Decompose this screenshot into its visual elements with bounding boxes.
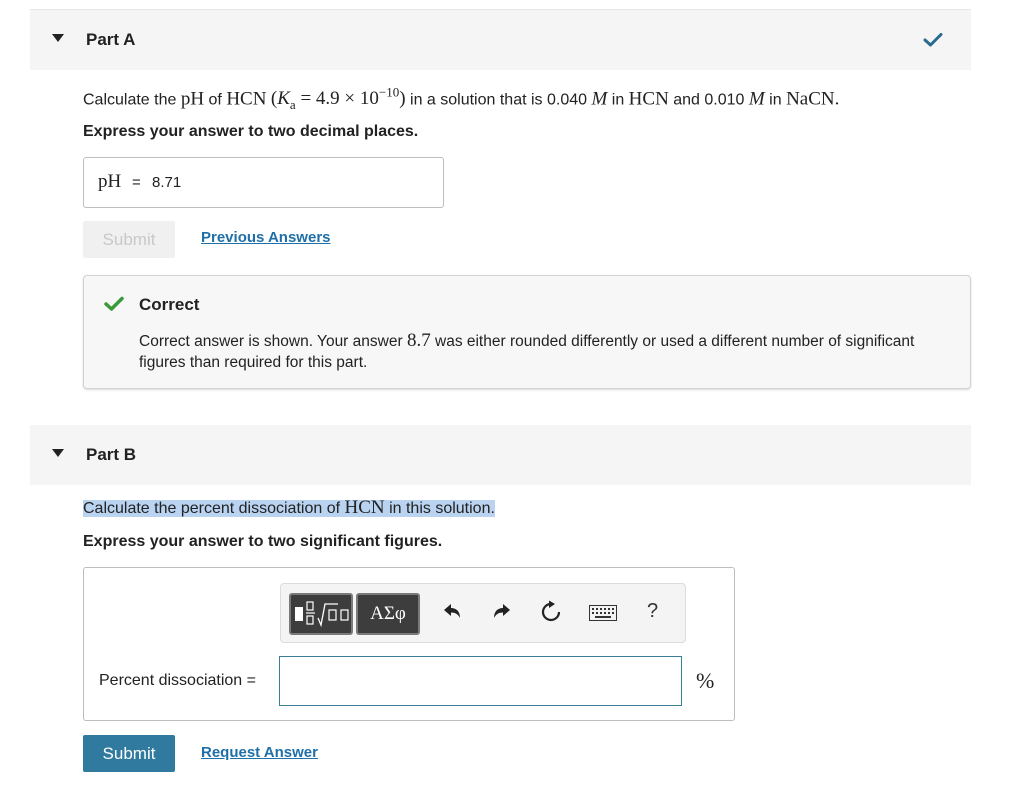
keyboard-icon[interactable]	[589, 605, 617, 621]
percent-dissociation-input[interactable]	[279, 656, 682, 706]
templates-button[interactable]	[289, 593, 353, 635]
part-b-header[interactable]: Part B	[30, 425, 971, 485]
reset-icon[interactable]	[539, 600, 563, 624]
part-b-prompt: Calculate the percent dissociation of HC…	[83, 497, 495, 518]
part-a-header[interactable]: Part A	[30, 10, 971, 70]
collapse-caret-icon[interactable]	[52, 34, 64, 42]
equals-sign: =	[132, 174, 141, 191]
math-toolbar: ΑΣφ ?	[280, 583, 686, 643]
redo-icon[interactable]	[491, 600, 513, 622]
check-icon	[923, 33, 943, 47]
collapse-caret-icon[interactable]	[52, 449, 64, 457]
percent-dissociation-label: Percent dissociation =	[99, 672, 256, 689]
percent-unit: %	[696, 668, 715, 693]
ph-label: pH	[98, 171, 122, 192]
previous-answers-link[interactable]: Previous Answers	[201, 229, 331, 246]
feedback-title: Correct	[139, 295, 200, 314]
ph-answer-value[interactable]: 8.71	[152, 174, 181, 191]
ph-answer-field[interactable]: pH = 8.71	[83, 157, 444, 208]
part-a-prompt: Calculate the pH of HCN (Ka = 4.9 × 10−1…	[83, 85, 840, 113]
part-a-title: Part A	[86, 30, 136, 49]
fraction-radical-icon	[295, 601, 349, 628]
part-b-instruction: Express your answer to two significant f…	[83, 533, 443, 550]
part-a-submit-button[interactable]: Submit	[83, 221, 175, 258]
correct-feedback-panel: Correct Correct answer is shown. Your an…	[83, 275, 971, 389]
part-a-instruction: Express your answer to two decimal place…	[83, 123, 419, 140]
part-b-submit-button[interactable]: Submit	[83, 735, 175, 772]
part-b-title: Part B	[86, 445, 137, 464]
request-answer-link[interactable]: Request Answer	[201, 744, 318, 761]
feedback-text: Correct answer is shown. Your answer 8.7…	[139, 330, 915, 371]
greek-symbols-button[interactable]: ΑΣφ	[356, 593, 420, 635]
correct-check-icon	[104, 296, 124, 311]
undo-icon[interactable]	[441, 600, 463, 622]
answer-editor: ΑΣφ ? Percent dissociation = %	[83, 567, 735, 721]
help-icon[interactable]: ?	[647, 600, 658, 623]
